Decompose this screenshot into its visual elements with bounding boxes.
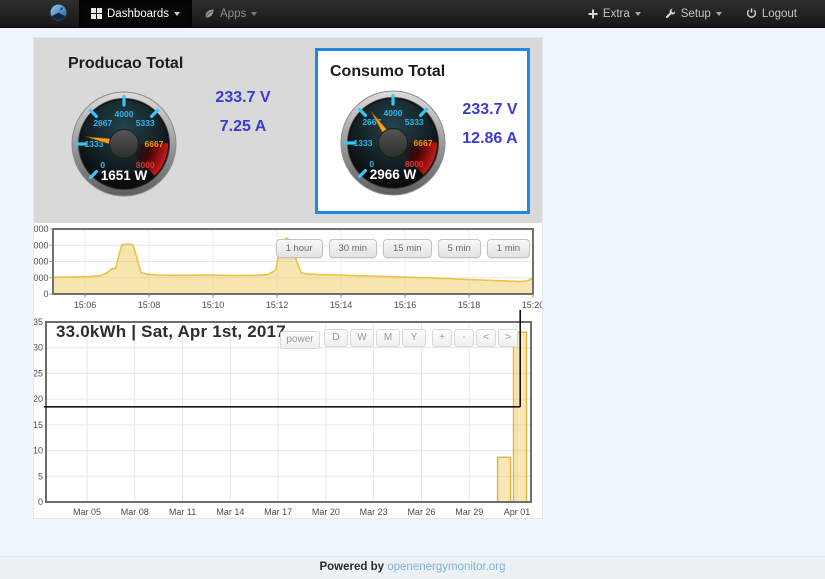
svg-text:4000: 4000 bbox=[115, 109, 134, 119]
svg-text:Mar 17: Mar 17 bbox=[264, 507, 292, 517]
range-button-1-min[interactable]: 1 min bbox=[487, 239, 530, 258]
emoncms-logo-icon bbox=[50, 4, 67, 24]
nav-item-apps[interactable]: Apps bbox=[192, 0, 269, 27]
svg-text:1333: 1333 bbox=[354, 138, 373, 148]
svg-text:10: 10 bbox=[34, 446, 43, 456]
svg-text:Mar 23: Mar 23 bbox=[360, 507, 388, 517]
svg-text:15:12: 15:12 bbox=[266, 300, 289, 310]
svg-text:15: 15 bbox=[34, 420, 43, 430]
realtime-power-graph[interactable]: 0 2000 4000 6000 8000 15:06 15:08 15:10 15:12 15:… bbox=[34, 223, 542, 320]
svg-text:4000: 4000 bbox=[384, 108, 403, 118]
svg-text:15:18: 15:18 bbox=[458, 300, 481, 310]
energy-bar-mar-31[interactable] bbox=[498, 457, 511, 502]
svg-text:4000: 4000 bbox=[34, 257, 49, 267]
svg-text:2966 W: 2966 W bbox=[370, 167, 417, 182]
power-range-buttons: 1 hour 30 min 15 min 5 min 1 min bbox=[276, 239, 530, 258]
zoom-in-button[interactable]: + bbox=[432, 329, 452, 347]
page-footer: Powered by openenergymonitor.org bbox=[0, 556, 825, 579]
interval-button-m[interactable]: M bbox=[376, 329, 400, 347]
consumo-title: Consumo Total bbox=[330, 63, 445, 81]
chevron-down-icon bbox=[716, 12, 722, 16]
nav-item-label: Setup bbox=[681, 8, 711, 20]
plus-icon bbox=[588, 9, 598, 19]
svg-text:5: 5 bbox=[38, 471, 43, 481]
range-button-1-hour[interactable]: 1 hour bbox=[276, 239, 323, 258]
pan-right-button[interactable]: > bbox=[498, 329, 518, 347]
svg-text:1651 W: 1651 W bbox=[101, 168, 148, 183]
energy-zoom-pan-buttons: +-<> bbox=[432, 329, 518, 347]
producao-voltage-value: 233.7 V bbox=[173, 83, 313, 112]
brand-logo[interactable] bbox=[44, 0, 73, 27]
svg-text:15:20: 15:20 bbox=[522, 300, 542, 310]
chevron-down-icon bbox=[635, 12, 641, 16]
svg-text:35: 35 bbox=[34, 317, 43, 327]
consumo-voltage-value: 233.7 V bbox=[418, 95, 562, 124]
range-button-30-min[interactable]: 30 min bbox=[329, 239, 378, 258]
producao-current-value: 7.25 A bbox=[173, 112, 313, 141]
svg-text:5333: 5333 bbox=[136, 118, 155, 128]
svg-text:0: 0 bbox=[38, 497, 43, 507]
svg-text:30: 30 bbox=[34, 343, 43, 353]
top-navbar: Dashboards Apps Extra Setup Logout bbox=[0, 0, 825, 28]
range-button-5-min[interactable]: 5 min bbox=[438, 239, 481, 258]
nav-item-dashboards[interactable]: Dashboards bbox=[79, 0, 192, 27]
chevron-down-icon bbox=[174, 12, 180, 16]
svg-text:Mar 29: Mar 29 bbox=[455, 507, 483, 517]
leaf-icon bbox=[204, 8, 215, 19]
dashboard-canvas: Producao Total 0133326674000533366678000… bbox=[34, 38, 542, 518]
svg-text:8000: 8000 bbox=[34, 224, 49, 234]
interval-button-w[interactable]: W bbox=[350, 329, 374, 347]
navbar-right-menu: Extra Setup Logout bbox=[576, 0, 809, 27]
emoncms-dashboard-page: Dashboards Apps Extra Setup Logout Producao… bbox=[0, 0, 825, 579]
svg-text:Mar 14: Mar 14 bbox=[216, 507, 244, 517]
pan-left-button[interactable]: < bbox=[476, 329, 496, 347]
power-icon bbox=[746, 8, 757, 19]
feed-power-button[interactable]: power bbox=[280, 331, 320, 349]
powered-by-label: Powered by bbox=[319, 561, 384, 573]
svg-text:2000: 2000 bbox=[34, 273, 49, 283]
producao-title: Producao Total bbox=[68, 55, 183, 73]
interval-button-y[interactable]: Y bbox=[402, 329, 426, 347]
svg-text:15:14: 15:14 bbox=[330, 300, 353, 310]
svg-text:2667: 2667 bbox=[93, 118, 112, 128]
openenergymonitor-link[interactable]: openenergymonitor.org bbox=[387, 561, 505, 573]
energy-mode-buttons: power bbox=[280, 329, 320, 349]
chevron-down-icon bbox=[251, 12, 257, 16]
consumo-current-value: 12.86 A bbox=[418, 124, 562, 153]
interval-button-d[interactable]: D bbox=[324, 329, 348, 347]
svg-text:25: 25 bbox=[34, 368, 43, 378]
range-button-15-min[interactable]: 15 min bbox=[383, 239, 432, 258]
svg-text:15:08: 15:08 bbox=[138, 300, 161, 310]
svg-text:Mar 08: Mar 08 bbox=[121, 507, 149, 517]
svg-text:6667: 6667 bbox=[145, 139, 164, 149]
navbar-left-menu: Dashboards Apps bbox=[79, 0, 269, 27]
consumo-readout: 233.7 V 12.86 A bbox=[418, 95, 562, 153]
svg-text:15:10: 15:10 bbox=[202, 300, 225, 310]
svg-text:Mar 11: Mar 11 bbox=[169, 507, 196, 517]
svg-text:0: 0 bbox=[43, 289, 48, 299]
energy-chart-title: 33.0kWh | Sat, Apr 1st, 2017 bbox=[56, 322, 286, 342]
svg-text:Mar 26: Mar 26 bbox=[407, 507, 435, 517]
svg-text:Apr 01: Apr 01 bbox=[504, 507, 531, 517]
svg-text:Mar 05: Mar 05 bbox=[73, 507, 101, 517]
svg-text:15:16: 15:16 bbox=[394, 300, 417, 310]
nav-item-label: Logout bbox=[762, 8, 797, 20]
consumo-widget-panel: Consumo Total 01333266740005333666780002… bbox=[315, 48, 530, 214]
svg-text:6000: 6000 bbox=[34, 240, 49, 250]
nav-item-label: Extra bbox=[603, 8, 630, 20]
wrench-icon bbox=[665, 8, 676, 19]
grid-icon bbox=[91, 8, 102, 19]
nav-item-label: Apps bbox=[220, 8, 246, 20]
svg-text:20: 20 bbox=[34, 394, 43, 404]
svg-text:15:06: 15:06 bbox=[74, 300, 97, 310]
nav-item-setup[interactable]: Setup bbox=[653, 0, 734, 27]
zoom-out-button[interactable]: - bbox=[454, 329, 474, 347]
nav-item-extra[interactable]: Extra bbox=[576, 0, 653, 27]
svg-text:Mar 20: Mar 20 bbox=[312, 507, 340, 517]
nav-item-label: Dashboards bbox=[107, 8, 169, 20]
producao-gauge-dial: 01333266740005333666780001651 W bbox=[69, 89, 179, 199]
nav-item-logout[interactable]: Logout bbox=[734, 0, 809, 27]
energy-interval-buttons: DWMY bbox=[324, 329, 426, 347]
producao-readout: 233.7 V 7.25 A bbox=[173, 83, 313, 141]
